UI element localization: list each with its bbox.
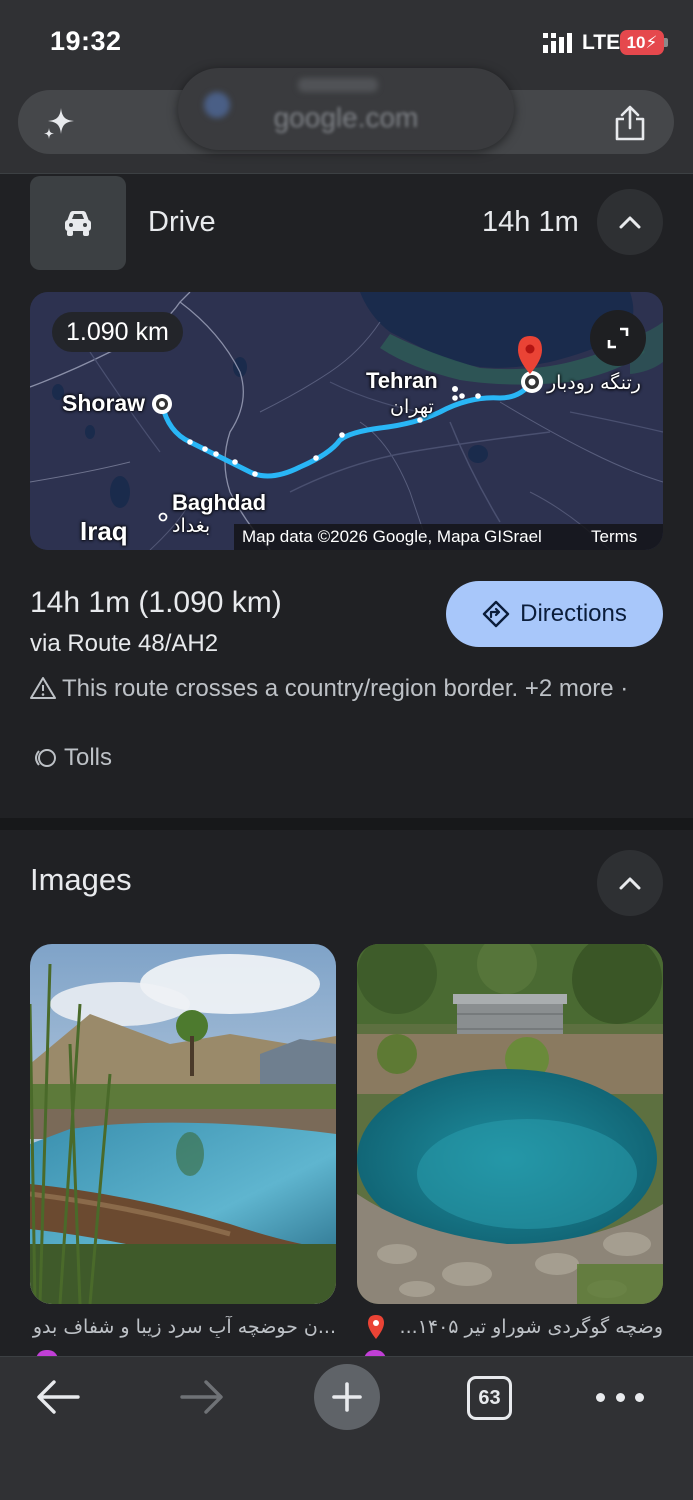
plus-icon <box>332 1382 362 1412</box>
map-label-destination: رتنگه رودبار <box>547 372 641 394</box>
map-label-baghdad: Baghdad <box>172 490 267 515</box>
url-text: google.com <box>273 102 419 133</box>
route-map[interactable]: 1.090 km Shoraw Tehran تهران رتنگه رودبا… <box>30 292 663 550</box>
battery-tip <box>664 38 668 47</box>
tolls-text: Tolls <box>64 744 113 771</box>
expand-icon <box>607 327 629 349</box>
url-subtitle <box>298 78 378 92</box>
directions-label: Directions <box>520 600 627 627</box>
warning-icon <box>30 677 56 699</box>
expand-map-button[interactable] <box>590 310 646 366</box>
travel-duration: 14h 1m <box>482 206 579 238</box>
map-label-baghdad-ar: بغداد <box>172 515 211 537</box>
new-tab-button[interactable] <box>314 1364 380 1430</box>
car-icon <box>65 211 91 236</box>
sparkle-icon[interactable] <box>40 104 78 142</box>
omnibox[interactable]: google.com <box>18 68 674 154</box>
back-arrow-icon[interactable] <box>32 1375 84 1419</box>
tolls-info: Tolls <box>30 744 112 772</box>
collapse-images-button[interactable] <box>597 850 663 916</box>
images-header: Images <box>30 862 132 897</box>
chevron-up-icon <box>619 216 641 229</box>
directions-icon <box>482 600 510 628</box>
section-divider <box>0 818 693 830</box>
pond-photo-1 <box>30 944 336 1304</box>
route-via: via Route 48/AH2 <box>30 630 219 657</box>
map-attribution: Map data ©2026 Google, Mapa GISrael Term… <box>234 524 663 550</box>
image-caption-1: ...ن حوضچه آبِ سرد زیبا و شفاف بدو <box>32 1316 336 1338</box>
tab-count: 63 <box>478 1386 501 1409</box>
map-label-origin: Shoraw <box>62 390 146 416</box>
border-warning: This route crosses a country/region bord… <box>30 670 650 708</box>
distance-chip: 1.090 km <box>52 312 183 352</box>
attribution-text: Map data ©2026 Google, Mapa GISrael <box>242 527 542 546</box>
route-summary: 14h 1m (1.090 km) <box>30 586 282 619</box>
location-pin-icon <box>368 1315 384 1339</box>
more-menu-button[interactable] <box>596 1387 644 1407</box>
directions-button[interactable]: Directions <box>446 581 663 647</box>
image-result-1[interactable] <box>30 944 336 1304</box>
url-display[interactable]: google.com <box>178 68 514 150</box>
more-dot-icon <box>596 1392 605 1402</box>
forward-arrow-icon[interactable] <box>176 1375 228 1419</box>
map-label-country: Iraq <box>80 516 128 546</box>
drive-mode-tile[interactable] <box>30 176 126 270</box>
terms-link[interactable]: Terms <box>591 524 637 550</box>
image-result-2[interactable] <box>357 944 663 1304</box>
map-label-tehran-fa: تهران <box>390 396 434 418</box>
network-type: LTE <box>582 31 621 54</box>
separator-dot: · <box>620 675 629 702</box>
bottom-navigation: 63 <box>0 1356 693 1500</box>
pond-photo-2 <box>357 944 663 1304</box>
more-dot-icon <box>615 1392 625 1402</box>
image-caption-2: وضچه گوگردی شوراو تیر ۱۴۰۵... <box>399 1316 663 1338</box>
share-icon[interactable] <box>612 104 648 142</box>
signal-icon <box>543 33 572 53</box>
drive-card: Drive 14h 1m 1.090 km Shoraw Tehran تهرا… <box>0 174 693 818</box>
map-label-tehran: Tehran <box>366 368 438 393</box>
charging-icon: ⚡ <box>645 32 658 52</box>
browser-toolbar: google.com <box>0 68 693 174</box>
tolls-icon <box>35 749 56 767</box>
status-time: 19:32 <box>50 26 122 56</box>
battery-level: 10 <box>626 32 646 52</box>
more-dot-icon <box>635 1392 644 1402</box>
travel-mode-label: Drive <box>148 206 216 238</box>
warning-text: This route crosses a country/region bord… <box>62 675 614 702</box>
battery-indicator: 10 ⚡ <box>620 30 664 55</box>
tab-switcher-button[interactable]: 63 <box>467 1376 512 1420</box>
chevron-up-icon <box>619 877 641 890</box>
collapse-drive-button[interactable] <box>597 189 663 255</box>
